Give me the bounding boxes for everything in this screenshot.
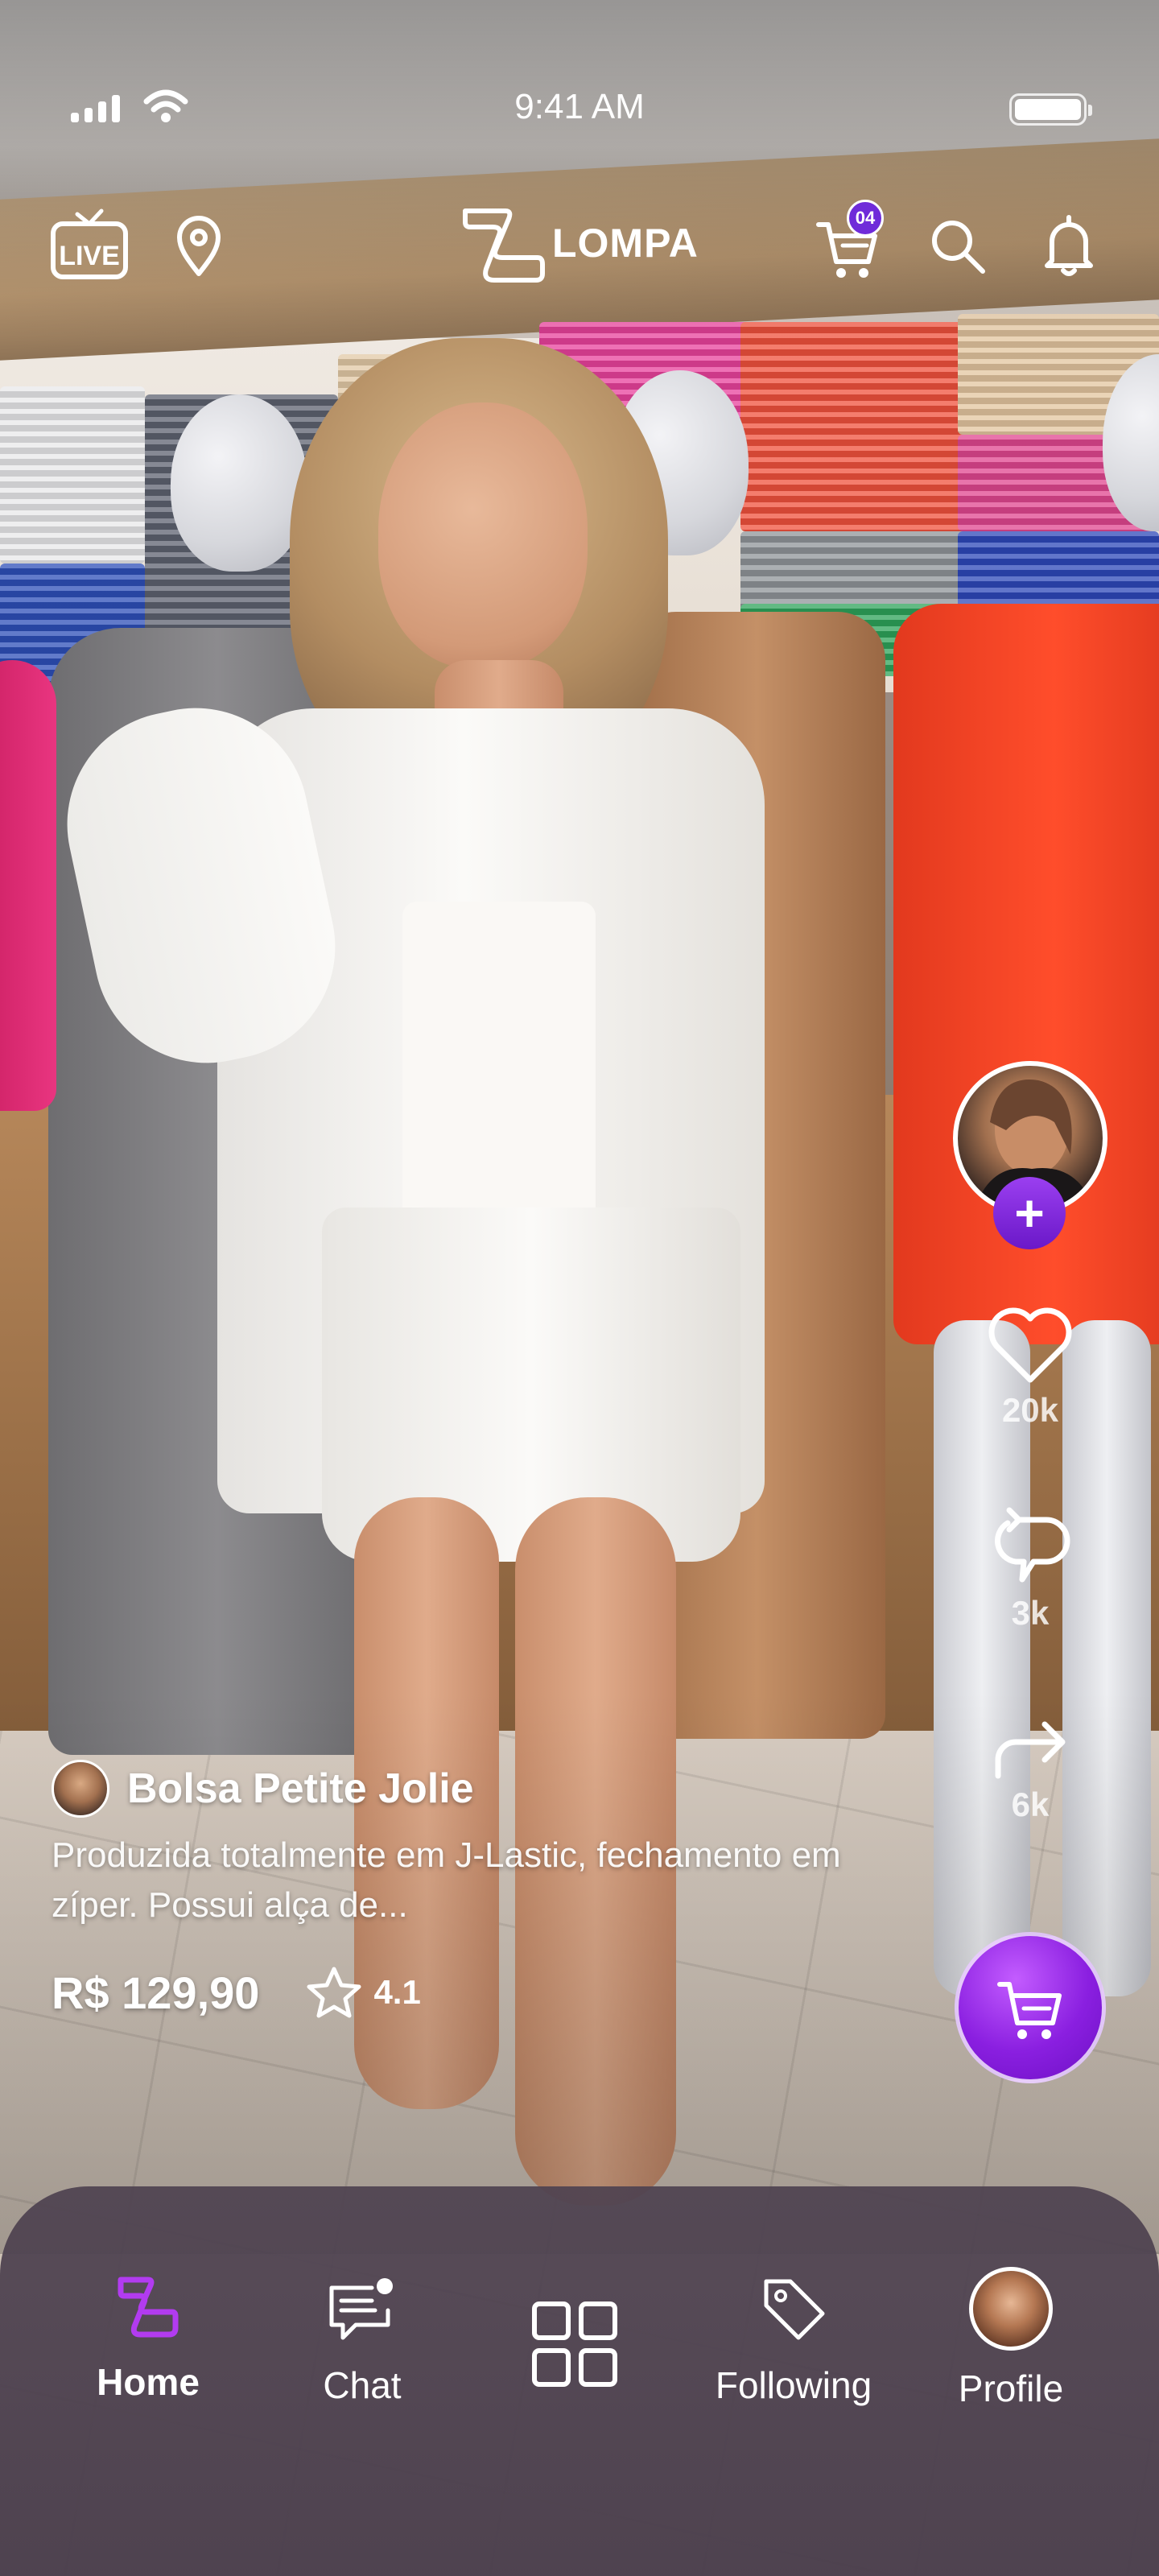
share-arrow-icon: [995, 1721, 1066, 1779]
search-button[interactable]: [926, 214, 990, 279]
location-button[interactable]: [172, 214, 225, 279]
share-action[interactable]: 6k: [966, 1716, 1095, 1824]
seller-avatar[interactable]: [52, 1760, 109, 1818]
avatar: [969, 2267, 1053, 2351]
buy-product-button[interactable]: [955, 1932, 1106, 2083]
nav-home-label: Home: [97, 2361, 200, 2403]
share-count: 6k: [1011, 1785, 1050, 1823]
status-time: 9:41 AM: [514, 87, 645, 126]
live-button[interactable]: LIVE: [50, 204, 129, 282]
clothing-stack: [0, 386, 145, 564]
lompa-logo-icon: [463, 208, 545, 283]
product-description[interactable]: Produzida totalmente em J-Lastic, fecham…: [52, 1831, 856, 1930]
heart-icon: [988, 1307, 1072, 1383]
product-info[interactable]: Bolsa Petite Jolie Produzida totalmente …: [52, 1760, 905, 2019]
battery-icon: [1009, 93, 1092, 126]
brand-name: LOMPA: [552, 221, 699, 266]
tag-icon: [764, 2279, 825, 2340]
repost-action[interactable]: 3k: [966, 1502, 1095, 1633]
nav-chat[interactable]: Chat: [266, 2275, 459, 2407]
bell-icon: [1045, 215, 1093, 276]
live-tv-icon: LIVE: [51, 208, 128, 279]
product-rating: 4.1: [306, 1966, 421, 2019]
product-price: R$ 129,90: [52, 1967, 260, 2018]
svg-text:LIVE: LIVE: [59, 241, 120, 271]
top-navigation: LIVE LOMPA 04: [0, 193, 1159, 298]
mannequin-head: [171, 394, 307, 572]
home-icon: [118, 2277, 179, 2338]
star-icon: [307, 1967, 361, 2018]
nav-following-label: Following: [715, 2364, 872, 2406]
notifications-button[interactable]: [1038, 209, 1099, 282]
repost-icon: [995, 1507, 1070, 1583]
rating-value: 4.1: [373, 1973, 421, 2011]
search-icon: [932, 221, 985, 274]
location-pin-icon: [177, 216, 221, 276]
nav-profile-label: Profile: [958, 2368, 1064, 2409]
status-bar: 9:41 AM: [0, 0, 1159, 126]
chat-icon: [329, 2278, 393, 2340]
bottom-navigation: Home Chat Following Profile: [0, 2186, 1159, 2576]
presenter-face: [378, 402, 588, 668]
brand-logo[interactable]: LOMPA: [459, 203, 699, 283]
mannequin-pink-suit: [0, 660, 56, 1111]
product-title[interactable]: Bolsa Petite Jolie: [127, 1765, 474, 1813]
grid-icon: [532, 2301, 617, 2387]
nav-chat-label: Chat: [323, 2364, 402, 2406]
nav-following[interactable]: Following: [697, 2275, 890, 2407]
clothing-stack: [740, 322, 966, 531]
nav-home[interactable]: Home: [52, 2275, 245, 2404]
like-count: 20k: [1001, 1391, 1059, 1429]
like-action[interactable]: 20k: [966, 1306, 1095, 1430]
repost-count: 3k: [1011, 1594, 1050, 1632]
presenter-top: [402, 902, 596, 1224]
follow-creator-button[interactable]: +: [993, 1177, 1066, 1249]
shopping-cart-icon: [997, 1982, 1062, 2039]
nav-categories-button[interactable]: [531, 2301, 620, 2392]
nav-profile[interactable]: Profile: [914, 2267, 1107, 2410]
cart-count-badge: 04: [847, 200, 884, 237]
